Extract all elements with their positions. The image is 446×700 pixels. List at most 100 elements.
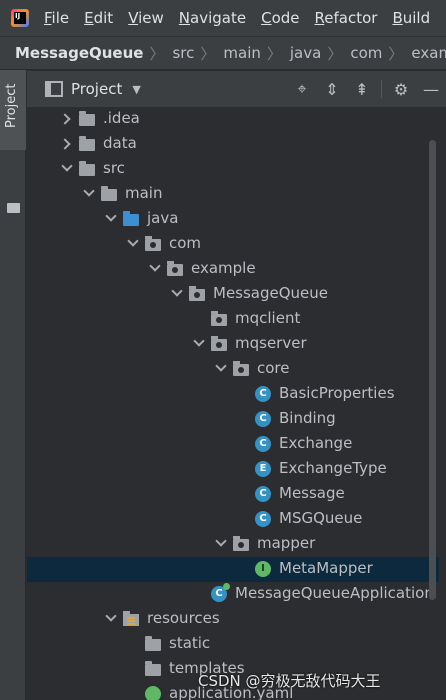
menu-edit[interactable]: Edit xyxy=(84,9,113,27)
locate-icon[interactable]: ⌖ xyxy=(287,77,317,101)
menu-view-rest: iew xyxy=(138,9,164,27)
menu-build-rest: uild xyxy=(402,9,431,27)
tree-item-label: BasicProperties xyxy=(279,384,395,402)
tree-item-label: java xyxy=(147,209,179,227)
tree-row-core[interactable]: core xyxy=(27,357,439,382)
tree-row-resources[interactable]: resources xyxy=(27,607,439,632)
menu-view[interactable]: View xyxy=(128,9,164,27)
class-icon: C xyxy=(255,411,271,427)
menu-refactor-mnemonic: R xyxy=(314,9,325,27)
tree-item-label: MSGQueue xyxy=(279,509,363,527)
chevron-down-icon[interactable] xyxy=(215,535,227,547)
chevron-right-icon[interactable] xyxy=(59,113,71,125)
gear-icon[interactable]: ⚙ xyxy=(386,77,416,101)
breadcrumb-separator: 〉 xyxy=(388,44,404,63)
tree-row-com[interactable]: com xyxy=(27,232,439,257)
chevron-down-icon[interactable] xyxy=(149,260,161,272)
tree-row-example[interactable]: example xyxy=(27,257,439,282)
menu-file-mnemonic: F xyxy=(44,9,52,27)
project-stripe-button[interactable]: Project xyxy=(0,70,26,150)
spring-boot-class-icon: C xyxy=(211,583,230,602)
source-folder-icon xyxy=(123,211,139,226)
hide-icon[interactable]: — xyxy=(416,77,446,101)
class-icon: C xyxy=(255,511,271,527)
package-icon xyxy=(167,261,183,276)
tree-item-label: com xyxy=(169,234,202,252)
breadcrumb-com[interactable]: com xyxy=(342,44,382,62)
menu-navigate[interactable]: Navigate xyxy=(179,9,246,27)
tree-item-label: mqserver xyxy=(235,334,307,352)
tree-item-label: mqclient xyxy=(235,309,301,327)
breadcrumb-project[interactable]: MessageQueue xyxy=(0,44,143,62)
tree-item-label: main xyxy=(125,184,163,202)
chevron-down-icon[interactable] xyxy=(171,285,183,297)
tree-item-label: Message xyxy=(279,484,345,502)
yaml-file-icon xyxy=(145,686,161,700)
tree-item-label: static xyxy=(169,634,211,652)
tree-row-main[interactable]: main xyxy=(27,182,439,207)
menu-code-mnemonic: C xyxy=(261,9,272,27)
project-view-icon xyxy=(45,81,63,97)
toolbar-divider xyxy=(381,80,382,98)
enum-icon: E xyxy=(255,461,271,477)
tree-row-java[interactable]: java xyxy=(27,207,439,232)
package-icon xyxy=(233,361,249,376)
tree-item-label: mapper xyxy=(257,534,316,552)
chevron-down-icon[interactable] xyxy=(193,335,205,347)
tree-row-message[interactable]: C Message xyxy=(27,482,439,507)
main-menu-bar: IJ File Edit View Navigate Code Refactor… xyxy=(0,0,446,36)
menu-code[interactable]: Code xyxy=(261,9,299,27)
intellij-logo-icon[interactable]: IJ xyxy=(11,9,29,27)
chevron-down-icon[interactable] xyxy=(105,210,117,222)
tree-row-messagequeue[interactable]: MessageQueue xyxy=(27,282,439,307)
breadcrumb-example[interactable]: example xyxy=(403,44,446,62)
tree-row-basicproperties[interactable]: C BasicProperties xyxy=(27,382,439,407)
chevron-down-icon[interactable] xyxy=(61,160,73,172)
folder-icon xyxy=(79,136,95,151)
tree-row-static[interactable]: static xyxy=(27,632,439,657)
project-tree: .idea data src main java com example MessageQue… xyxy=(27,107,439,700)
breadcrumb-main[interactable]: main xyxy=(215,44,260,62)
breadcrumb-separator: 〉 xyxy=(200,44,216,63)
tree-row-exchange[interactable]: C Exchange xyxy=(27,432,439,457)
menu-file[interactable]: File xyxy=(44,9,69,27)
tree-scrollbar[interactable] xyxy=(429,140,436,600)
collapse-all-icon[interactable]: ⇞ xyxy=(347,77,377,101)
tree-row-data[interactable]: data xyxy=(27,132,439,157)
menu-navigate-rest: avigate xyxy=(190,9,247,27)
chevron-down-icon[interactable] xyxy=(215,360,227,372)
expand-all-icon[interactable]: ⇕ xyxy=(317,77,347,101)
tree-item-label: MessageQueue xyxy=(213,284,329,302)
menu-file-rest: ile xyxy=(51,9,70,27)
tree-row-msgqueue[interactable]: C MSGQueue xyxy=(27,507,439,532)
tree-row-metamapper[interactable]: I MetaMapper xyxy=(27,557,439,582)
tree-row--idea[interactable]: .idea xyxy=(27,107,439,132)
chevron-down-icon[interactable] xyxy=(127,235,139,247)
resources-folder-icon xyxy=(123,611,139,626)
tree-row-src[interactable]: src xyxy=(27,157,439,182)
menu-build[interactable]: Build xyxy=(392,9,430,27)
tree-row-exchangetype[interactable]: E ExchangeType xyxy=(27,457,439,482)
left-tool-stripe: Project xyxy=(0,70,26,700)
tree-item-label: .idea xyxy=(103,109,140,127)
chevron-down-icon[interactable] xyxy=(105,610,117,622)
tree-row-mapper[interactable]: mapper xyxy=(27,532,439,557)
tree-item-label: example xyxy=(191,259,256,277)
menu-refactor[interactable]: Refactor xyxy=(315,9,378,27)
chevron-right-icon[interactable] xyxy=(59,138,71,150)
tree-row-messagequeueapplication[interactable]: C MessageQueueApplication xyxy=(27,582,439,607)
tree-row-mqclient[interactable]: mqclient xyxy=(27,307,439,332)
tree-item-label: core xyxy=(257,359,290,377)
folder-icon[interactable] xyxy=(7,203,20,213)
chevron-down-icon[interactable] xyxy=(83,185,95,197)
breadcrumb-java[interactable]: java xyxy=(282,44,321,62)
tree-row-binding[interactable]: C Binding xyxy=(27,407,439,432)
tree-item-label: data xyxy=(103,134,137,152)
menu-view-mnemonic: V xyxy=(128,9,139,27)
tool-window-title[interactable]: Project xyxy=(71,80,122,98)
project-stripe-label: Project xyxy=(4,83,19,128)
breadcrumb-src[interactable]: src xyxy=(164,44,194,62)
tree-row-mqserver[interactable]: mqserver xyxy=(27,332,439,357)
chevron-down-icon[interactable]: ▼ xyxy=(132,83,140,96)
breadcrumb-separator: 〉 xyxy=(266,44,282,63)
